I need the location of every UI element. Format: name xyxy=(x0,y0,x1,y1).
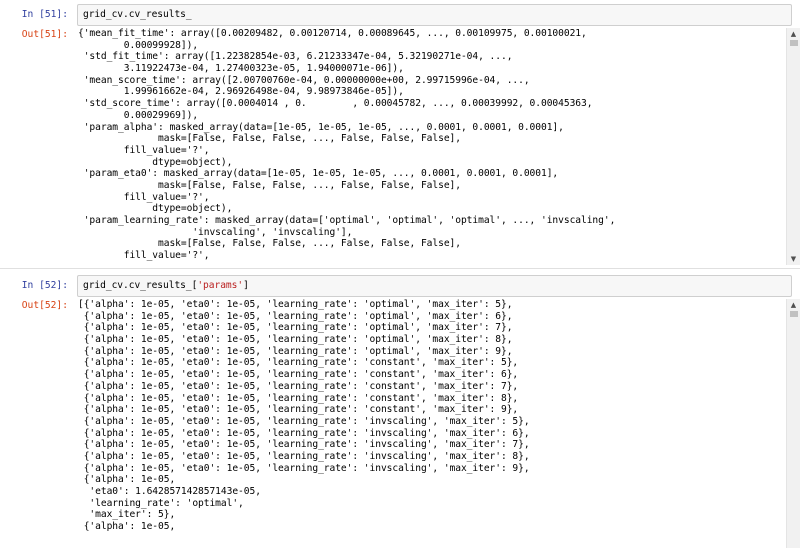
output-line: {'alpha': 1e-05, 'eta0': 1e-05, 'learnin… xyxy=(78,369,519,381)
output-scrollbar[interactable]: ▲ xyxy=(786,299,800,548)
scrollbar-thumb[interactable] xyxy=(790,40,798,46)
output-line: 'std_fit_time': array([1.22382854e-03, 6… xyxy=(78,51,513,63)
output-line: 'mean_score_time': array([2.00700760e-04… xyxy=(78,74,530,86)
input-prompt: In [52]: xyxy=(21,280,68,291)
output-line: 'param_eta0': masked_array(data=[1e-05, … xyxy=(78,168,559,180)
output-line: 0.00099928]), xyxy=(78,39,199,51)
output-line: 'invscaling', 'invscaling'], xyxy=(78,226,353,238)
output-line: [{'alpha': 1e-05, 'eta0': 1e-05, 'learni… xyxy=(78,299,513,310)
output-line: {'alpha': 1e-05, 'eta0': 1e-05, 'learnin… xyxy=(78,450,530,462)
output-line: mask=[False, False, False, ..., False, F… xyxy=(78,133,461,145)
output-line: 'param_alpha': masked_array(data=[1e-05,… xyxy=(78,121,564,133)
scrollbar-thumb[interactable] xyxy=(790,311,798,317)
output-line: 'learning_rate': 'optimal', xyxy=(78,497,244,509)
output-line: {'alpha': 1e-05, 'eta0': 1e-05, 'learnin… xyxy=(78,439,530,451)
output-area[interactable]: {'mean_fit_time': array([0.00209482, 0.0… xyxy=(74,28,800,265)
code-prefix: grid_cv.cv_results_[ xyxy=(83,280,198,291)
output-area[interactable]: [{'alpha': 1e-05, 'eta0': 1e-05, 'learni… xyxy=(74,299,800,548)
output-line: {'alpha': 1e-05, 'eta0': 1e-05, 'learnin… xyxy=(78,404,519,416)
output-line: {'alpha': 1e-05, 'eta0': 1e-05, 'learnin… xyxy=(78,310,513,322)
output-text: {'mean_fit_time': array([0.00209482, 0.0… xyxy=(78,28,615,262)
output-line: 'eta0': 1.642857142857143e-05, xyxy=(78,486,261,497)
output-line: {'alpha': 1e-05, 'eta0': 1e-05, 'learnin… xyxy=(78,345,513,357)
output-text: [{'alpha': 1e-05, 'eta0': 1e-05, 'learni… xyxy=(78,299,530,533)
output-line: {'alpha': 1e-05, 'eta0': 1e-05, 'learnin… xyxy=(78,322,513,334)
output-line: {'alpha': 1e-05, 'eta0': 1e-05, 'learnin… xyxy=(78,427,530,439)
output-line: dtype=object), xyxy=(78,156,233,168)
code-input-cell[interactable]: grid_cv.cv_results_ xyxy=(77,4,792,26)
output-line: {'alpha': 1e-05, 'eta0': 1e-05, 'learnin… xyxy=(78,334,513,346)
code-text: grid_cv.cv_results_['params'] xyxy=(83,280,249,292)
output-line: fill_value='?', xyxy=(78,250,210,262)
output-line: {'mean_fit_time': array([0.00209482, 0.0… xyxy=(78,28,587,39)
output-line: {'alpha': 1e-05, 'eta0': 1e-05, 'learnin… xyxy=(78,380,519,392)
output-line: mask=[False, False, False, ..., False, F… xyxy=(78,238,461,250)
output-line: 'std_score_time': array([0.0004014 , 0. … xyxy=(78,98,593,110)
output-line: fill_value='?', xyxy=(78,191,210,203)
output-line: 3.11922473e-04, 1.27400323e-05, 1.940000… xyxy=(78,63,404,75)
code-input-cell[interactable]: grid_cv.cv_results_['params'] xyxy=(77,275,792,297)
scroll-up-arrow-icon[interactable]: ▲ xyxy=(787,28,800,40)
output-line: {'alpha': 1e-05, 'eta0': 1e-05, 'learnin… xyxy=(78,392,519,404)
output-line: 'param_learning_rate': masked_array(data… xyxy=(78,215,616,226)
output-line: {'alpha': 1e-05, xyxy=(78,521,176,533)
scroll-down-arrow-icon[interactable]: ▼ xyxy=(787,253,800,265)
output-line: 1.99961662e-04, 2.96926498e-04, 9.989738… xyxy=(78,86,404,98)
output-line: {'alpha': 1e-05, 'eta0': 1e-05, 'learnin… xyxy=(78,357,519,369)
output-line: 'max_iter': 5}, xyxy=(78,509,176,521)
output-line: fill_value='?', xyxy=(78,144,210,156)
output-prompt: Out[52]: xyxy=(21,300,68,311)
input-prompt: In [51]: xyxy=(21,9,68,20)
code-string-literal: 'params' xyxy=(197,280,244,291)
scroll-up-arrow-icon[interactable]: ▲ xyxy=(787,299,800,311)
output-line: {'alpha': 1e-05, 'eta0': 1e-05, 'learnin… xyxy=(78,415,530,427)
output-line: dtype=object), xyxy=(78,203,233,215)
output-line: {'alpha': 1e-05, 'eta0': 1e-05, 'learnin… xyxy=(78,462,530,474)
output-line: 0.00029969]), xyxy=(78,109,199,121)
output-line: {'alpha': 1e-05, xyxy=(78,474,176,486)
code-suffix: ] xyxy=(243,280,249,291)
output-line: mask=[False, False, False, ..., False, F… xyxy=(78,179,461,191)
output-scrollbar[interactable]: ▲ ▼ xyxy=(786,28,800,265)
output-prompt: Out[51]: xyxy=(21,29,68,40)
code-text: grid_cv.cv_results_ xyxy=(83,9,192,20)
cell-divider xyxy=(0,268,800,269)
